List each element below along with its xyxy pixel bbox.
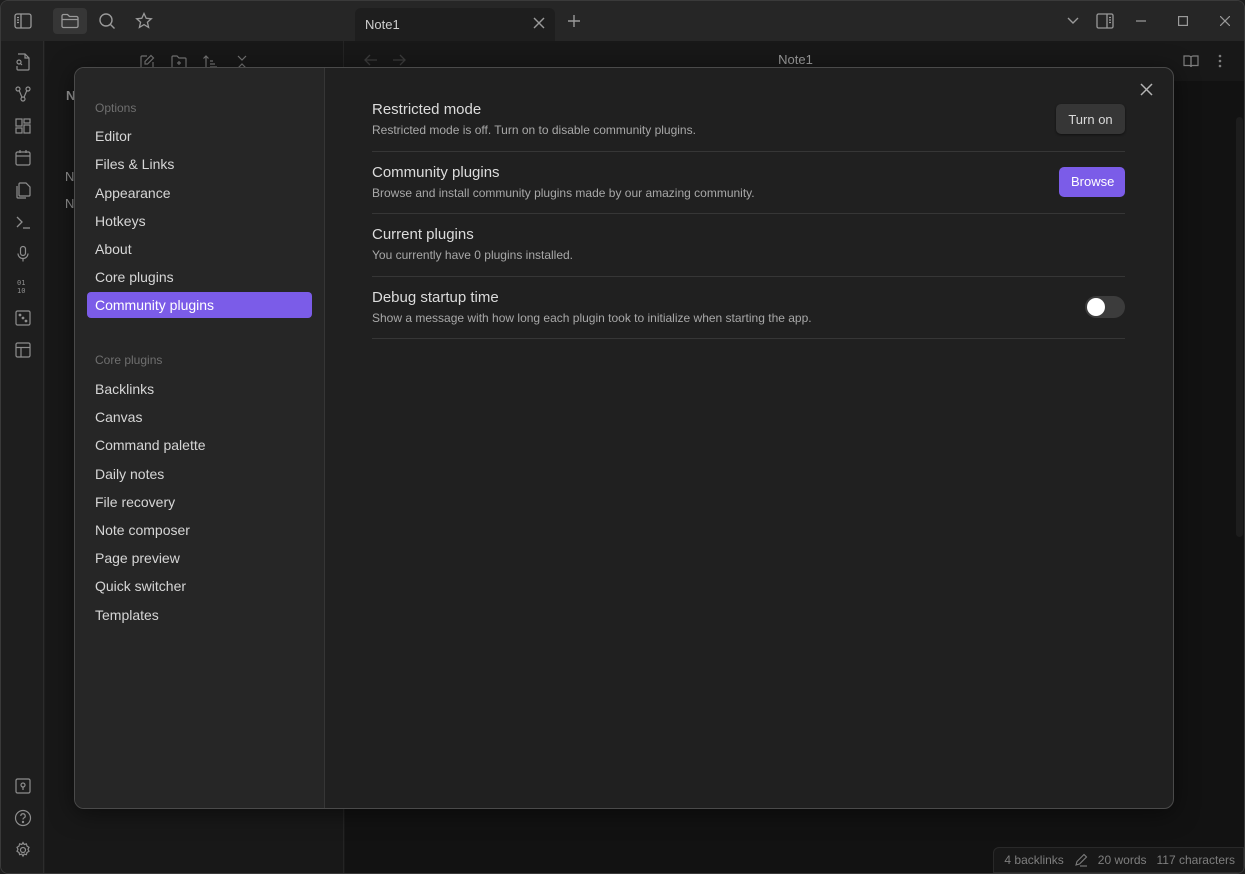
graph-view-icon[interactable]	[12, 83, 34, 105]
bookmark-star-icon[interactable]	[131, 9, 157, 33]
sidebar-toggle-icon[interactable]	[10, 9, 36, 33]
sidebar-item-page-preview[interactable]: Page preview	[87, 545, 312, 571]
sidebar-item-files-links[interactable]: Files & Links	[87, 151, 312, 177]
settings-content: Restricted mode Restricted mode is off. …	[372, 89, 1125, 339]
sidebar-item-core-plugins[interactable]: Core plugins	[87, 264, 312, 290]
core-plugins-heading: Core plugins	[95, 353, 163, 367]
tab-note1[interactable]: Note1	[355, 8, 555, 41]
setting-restricted-mode: Restricted mode Restricted mode is off. …	[372, 89, 1125, 152]
setting-name: Community plugins	[372, 163, 500, 181]
settings-gear-icon[interactable]	[12, 839, 34, 861]
browse-plugins-button[interactable]: Browse	[1059, 166, 1125, 197]
setting-name: Debug startup time	[372, 288, 499, 306]
sidebar-item-hotkeys[interactable]: Hotkeys	[87, 208, 312, 234]
left-ribbon: 01 10	[1, 41, 44, 873]
help-icon[interactable]	[12, 807, 34, 829]
turn-on-restricted-mode-button[interactable]: Turn on	[1056, 104, 1125, 134]
setting-community-plugins: Community plugins Browse and install com…	[372, 152, 1125, 214]
setting-name: Current plugins	[372, 226, 474, 243]
sidebar-item-about[interactable]: About	[87, 236, 312, 262]
quick-switcher-icon[interactable]	[12, 51, 34, 73]
sidebar-item-community-plugins[interactable]: Community plugins	[87, 292, 312, 318]
search-icon[interactable]	[94, 9, 120, 33]
binary-slides-icon[interactable]: 01 10	[12, 275, 34, 297]
tab-label: Note1	[365, 17, 400, 32]
setting-description: You currently have 0 plugins installed.	[372, 248, 574, 262]
sidebar-item-command-palette[interactable]: Command palette	[87, 432, 312, 458]
minimize-icon[interactable]	[1130, 10, 1152, 32]
sidebar-item-daily-notes[interactable]: Daily notes	[87, 461, 312, 487]
close-icon[interactable]	[1214, 10, 1236, 32]
folder-icon[interactable]	[53, 8, 87, 34]
title-bar: Note1	[1, 1, 1244, 41]
random-note-icon[interactable]	[12, 307, 34, 329]
right-sidebar-toggle-icon[interactable]	[1094, 10, 1116, 32]
daily-note-icon[interactable]	[12, 147, 34, 169]
tab-close-icon[interactable]	[531, 15, 547, 31]
setting-description: Restricted mode is off. Turn on to disab…	[372, 123, 696, 137]
sidebar-item-file-recovery[interactable]: File recovery	[87, 489, 312, 515]
options-heading: Options	[95, 101, 137, 115]
obsidian-app-window: Note1 01 10 N N N Note1 4 backlinks 20 w…	[0, 0, 1245, 874]
settings-sidebar: Options Editor Files & Links Appearance …	[75, 68, 325, 808]
sidebar-item-editor[interactable]: Editor	[87, 123, 312, 149]
setting-current-plugins: Current plugins You currently have 0 plu…	[372, 214, 1125, 277]
setting-description: Show a message with how long each plugin…	[372, 310, 812, 325]
canvas-icon[interactable]	[12, 115, 34, 137]
new-tab-button[interactable]	[564, 11, 584, 31]
toggle-knob	[1087, 297, 1105, 316]
audio-recorder-icon[interactable]	[12, 243, 34, 265]
modal-close-button[interactable]	[1135, 78, 1157, 100]
settings-modal: Options Editor Files & Links Appearance …	[74, 67, 1174, 809]
sidebar-item-appearance[interactable]: Appearance	[87, 180, 312, 206]
sidebar-item-backlinks[interactable]: Backlinks	[87, 376, 312, 402]
templates-icon[interactable]	[12, 179, 34, 201]
vault-switch-icon[interactable]	[12, 775, 34, 797]
command-palette-icon[interactable]	[12, 211, 34, 233]
setting-debug-startup-time: Debug startup time Show a message with h…	[372, 277, 1125, 339]
sidebar-item-quick-switcher[interactable]: Quick switcher	[87, 573, 312, 599]
workspace-layout-icon[interactable]	[12, 339, 34, 361]
sidebar-item-canvas[interactable]: Canvas	[87, 404, 312, 430]
debug-startup-time-toggle[interactable]	[1085, 295, 1125, 318]
sidebar-item-templates[interactable]: Templates	[87, 602, 312, 628]
setting-name: Restricted mode	[372, 101, 482, 118]
svg-text:01: 01	[17, 279, 25, 287]
setting-description: Browse and install community plugins mad…	[372, 185, 755, 200]
maximize-icon[interactable]	[1172, 10, 1194, 32]
svg-text:10: 10	[17, 287, 25, 295]
tab-list-chevron-icon[interactable]	[1062, 10, 1084, 32]
sidebar-item-note-composer[interactable]: Note composer	[87, 517, 312, 543]
